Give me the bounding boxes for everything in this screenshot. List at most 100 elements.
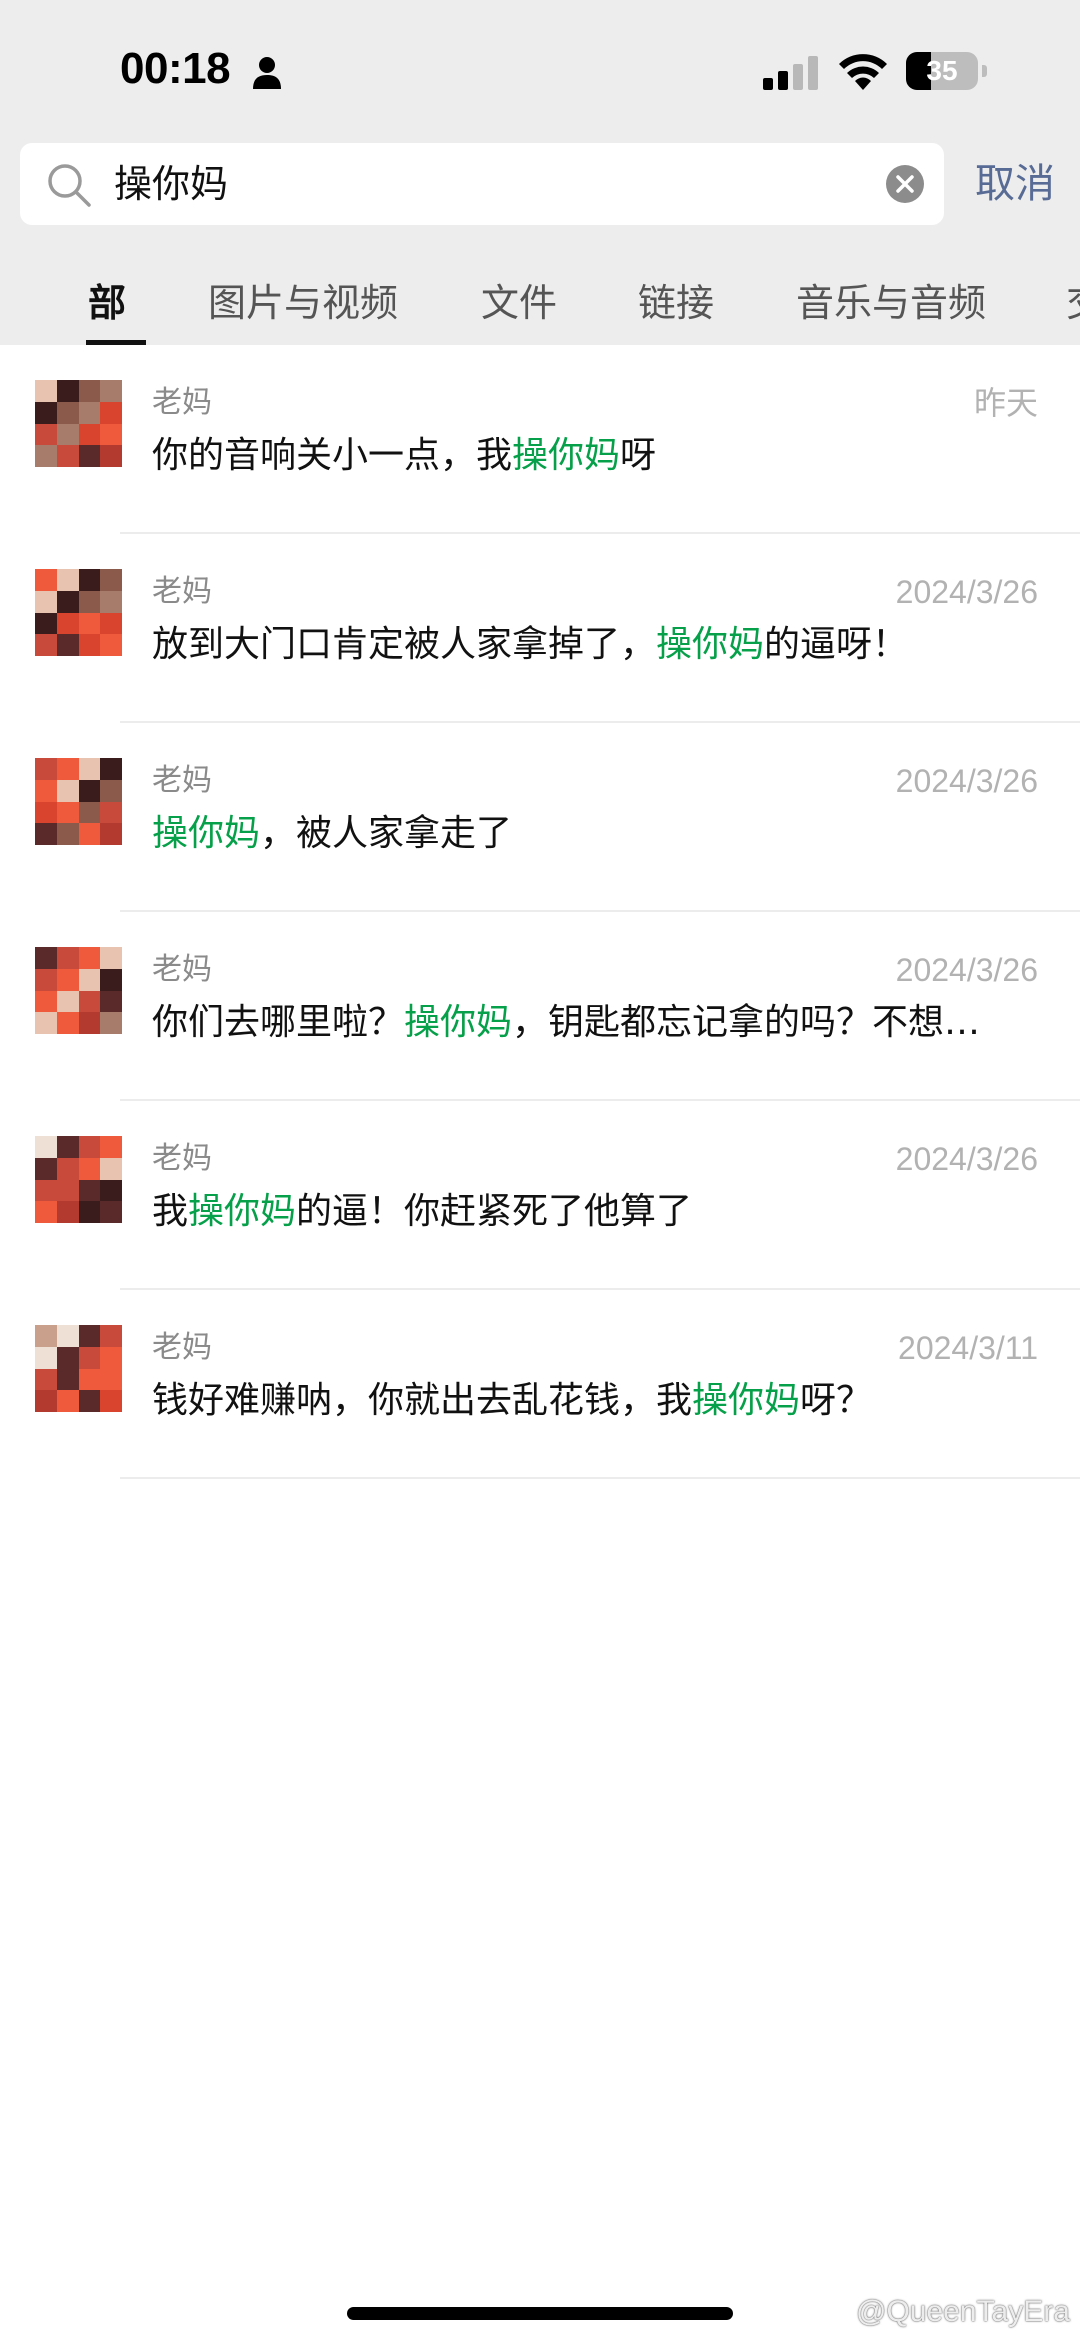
avatar-mosaic-tile	[56, 1201, 79, 1223]
avatar-mosaic-tile	[100, 634, 122, 656]
tab-files[interactable]: 文件	[481, 278, 557, 328]
avatar-mosaic-tile	[78, 1390, 101, 1412]
avatar-mosaic-tile	[35, 1325, 57, 1347]
tab-transactions[interactable]: 交	[1066, 278, 1080, 328]
sender-name: 老妈	[152, 1330, 212, 1365]
avatar-mosaic-tile	[78, 1012, 101, 1034]
avatar-mosaic-tile	[56, 1179, 79, 1202]
avatar-mosaic-tile	[100, 612, 122, 635]
avatar-mosaic-tile	[56, 779, 79, 802]
status-time: 00:18	[120, 44, 231, 93]
avatar-mosaic-tile	[35, 823, 57, 845]
highlight-keyword: 操你妈	[188, 1191, 297, 1232]
avatar-mosaic-tile	[35, 758, 57, 780]
avatar-mosaic-tile	[78, 1136, 101, 1158]
result-row[interactable]: 老妈 2024/3/26 我操你妈的逼！你赶紧死了他算了	[0, 1101, 1080, 1290]
avatar-mosaic-tile	[56, 1346, 79, 1369]
result-row[interactable]: 老妈 2024/3/26 你们去哪里啦？操你妈，钥匙都忘记拿的吗？不想…	[0, 912, 1080, 1101]
avatar-mosaic-tile	[56, 1368, 79, 1391]
divider	[120, 1477, 1080, 1479]
tab-images-videos[interactable]: 图片与视频	[208, 278, 398, 328]
avatar-mosaic-tile	[100, 1201, 122, 1223]
avatar-mosaic-tile	[78, 1346, 101, 1369]
avatar-mosaic-tile	[78, 590, 101, 613]
message-date: 2024/3/26	[895, 574, 1038, 610]
avatar-mosaic-tile	[100, 380, 122, 402]
avatar-mosaic-tile	[35, 968, 57, 991]
avatar	[35, 380, 122, 467]
avatar-mosaic-tile	[56, 1157, 79, 1180]
avatar-mosaic-tile	[35, 1390, 57, 1412]
search-box[interactable]: 操你妈	[20, 143, 944, 225]
avatar-mosaic-tile	[100, 1012, 122, 1034]
cancel-button[interactable]: 取消	[960, 143, 1070, 225]
person-icon	[253, 57, 281, 89]
avatar-mosaic-tile	[35, 779, 57, 802]
message-date: 昨天	[973, 385, 1038, 421]
avatar-mosaic-tile	[35, 401, 57, 424]
avatar	[35, 758, 122, 845]
message-date: 2024/3/26	[895, 1141, 1038, 1177]
message-snippet: 你的音响关小一点，我操你妈呀	[152, 429, 1042, 483]
avatar-mosaic-tile	[78, 569, 101, 591]
result-row[interactable]: 老妈 昨天 你的音响关小一点，我操你妈呀	[0, 345, 1080, 534]
snippet-text: ，被人家拿走了	[260, 813, 513, 854]
avatar-mosaic-tile	[78, 968, 101, 991]
avatar-mosaic-tile	[78, 634, 101, 656]
avatar-mosaic-tile	[100, 779, 122, 802]
avatar-mosaic-tile	[35, 1368, 57, 1391]
home-indicator[interactable]	[347, 2307, 733, 2320]
header-area: 00:18 35 操你妈 取消 部 图片与视频 文件 链接 音乐与音频	[0, 0, 1080, 345]
avatar-mosaic-tile	[100, 1325, 122, 1347]
snippet-text: 呀	[620, 435, 657, 476]
avatar-mosaic-tile	[35, 634, 57, 656]
avatar-mosaic-tile	[78, 801, 101, 824]
sender-name: 老妈	[152, 574, 212, 609]
avatar-mosaic-tile	[100, 1346, 122, 1369]
highlight-keyword: 操你妈	[512, 435, 621, 476]
snippet-text: 的逼！你赶紧死了他算了	[296, 1191, 693, 1232]
avatar-mosaic-tile	[56, 401, 79, 424]
search-input[interactable]: 操你妈	[114, 143, 228, 225]
avatar-mosaic-tile	[78, 423, 101, 446]
avatar-mosaic-tile	[35, 947, 57, 969]
avatar-mosaic-tile	[78, 1179, 101, 1202]
avatar-mosaic-tile	[56, 634, 79, 656]
tab-all[interactable]: 部	[88, 278, 126, 328]
highlight-keyword: 操你妈	[404, 1002, 513, 1043]
message-snippet: 我操你妈的逼！你赶紧死了他算了	[152, 1185, 1042, 1239]
avatar-mosaic-tile	[78, 445, 101, 467]
avatar-mosaic-tile	[78, 779, 101, 802]
avatar-mosaic-tile	[56, 758, 79, 780]
message-snippet: 放到大门口肯定被人家拿掉了，操你妈的逼呀！	[152, 618, 1042, 672]
avatar-mosaic-tile	[56, 801, 79, 824]
avatar-mosaic-tile	[100, 1390, 122, 1412]
avatar-mosaic-tile	[56, 947, 79, 969]
result-row[interactable]: 老妈 2024/3/11 钱好难赚呐，你就出去乱花钱，我操你妈呀？	[0, 1290, 1080, 1479]
avatar-mosaic-tile	[35, 1179, 57, 1202]
result-row[interactable]: 老妈 2024/3/26 放到大门口肯定被人家拿掉了，操你妈的逼呀！	[0, 534, 1080, 723]
snippet-text: 我	[152, 1191, 189, 1232]
message-snippet: 你们去哪里啦？操你妈，钥匙都忘记拿的吗？不想…	[152, 996, 1042, 1050]
avatar	[35, 569, 122, 656]
tab-music-audio[interactable]: 音乐与音频	[796, 278, 986, 328]
avatar-mosaic-tile	[100, 445, 122, 467]
sender-name: 老妈	[152, 952, 212, 987]
tab-links[interactable]: 链接	[638, 278, 714, 328]
message-date: 2024/3/26	[895, 763, 1038, 799]
sender-name: 老妈	[152, 1141, 212, 1176]
snippet-text: ，钥匙都忘记拿的吗？不想…	[512, 1002, 981, 1043]
avatar-mosaic-tile	[35, 612, 57, 635]
avatar-mosaic-tile	[35, 423, 57, 446]
snippet-text: 钱好难赚呐，你就出去乱花钱，我	[152, 1380, 693, 1421]
avatar-mosaic-tile	[56, 445, 79, 467]
avatar-mosaic-tile	[100, 401, 122, 424]
search-icon	[48, 164, 91, 207]
avatar-mosaic-tile	[100, 968, 122, 991]
avatar-mosaic-tile	[35, 990, 57, 1013]
avatar-mosaic-tile	[100, 823, 122, 845]
highlight-keyword: 操你妈	[152, 813, 261, 854]
result-row[interactable]: 老妈 2024/3/26 操你妈，被人家拿走了	[0, 723, 1080, 912]
clear-icon[interactable]	[886, 165, 924, 203]
avatar-mosaic-tile	[78, 612, 101, 635]
